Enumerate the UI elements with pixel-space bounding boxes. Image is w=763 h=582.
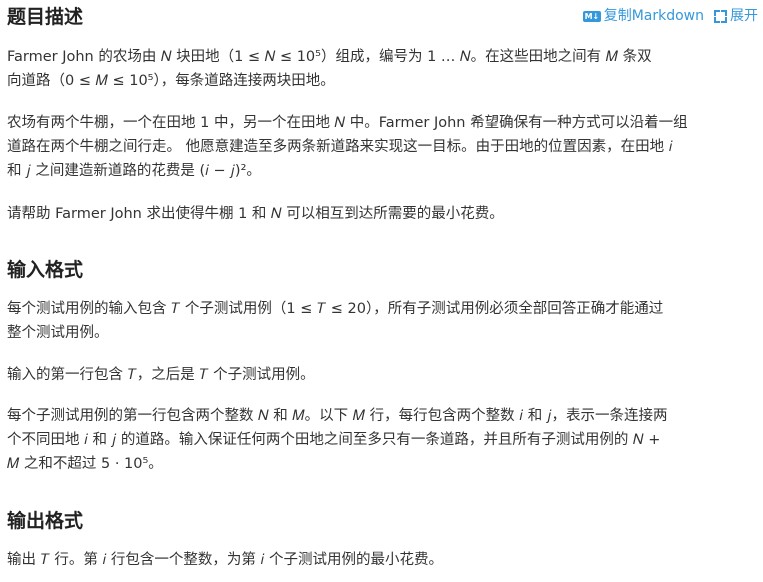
description-paragraph-1: Farmer John 的农场由 𝑁 块田地（1 ≤ 𝑁 ≤ 10⁵）组成，编号…	[7, 45, 755, 93]
expand-button[interactable]: 展开	[714, 6, 758, 26]
description-paragraph-3: 请帮助 Farmer John 求出使得牛棚 1 和 𝑁 可以相互到达所需要的最…	[7, 202, 755, 226]
problem-page: 题目描述 M↓ 复制Markdown 展开 Farmer John 的农场由 𝑁…	[0, 0, 763, 582]
text-line: 请帮助 Farmer John 求出使得牛棚 1 和 𝑁 可以相互到达所需要的最…	[7, 206, 504, 222]
output-format-title: 输出格式	[7, 510, 84, 532]
description-title: 题目描述	[7, 6, 84, 28]
description-paragraph-2: 农场有两个牛棚，一个在田地 1 中，另一个在田地 𝑁 中。Farmer John…	[7, 111, 755, 183]
input-paragraph-2: 输入的第一行包含 𝑇，之后是 𝑇 个子测试用例。	[7, 363, 755, 387]
text-line: 个不同田地 𝑖 和 𝑗 的道路。输入保证任何两个田地之间至多只有一条道路，并且所…	[7, 432, 661, 448]
header-actions: M↓ 复制Markdown 展开	[582, 6, 758, 26]
input-paragraph-3: 每个子测试用例的第一行包含两个整数 𝑁 和 𝑀。以下 𝑀 行，每行包含两个整数 …	[7, 404, 755, 476]
input-paragraph-1: 每个测试用例的输入包含 𝑇 个子测试用例（1 ≤ 𝑇 ≤ 20），所有子测试用例…	[7, 297, 755, 345]
text-line: 农场有两个牛棚，一个在田地 1 中，另一个在田地 𝑁 中。Farmer John…	[7, 115, 688, 131]
text-line: 每个子测试用例的第一行包含两个整数 𝑁 和 𝑀。以下 𝑀 行，每行包含两个整数 …	[7, 408, 668, 424]
expand-label: 展开	[730, 8, 758, 24]
text-line: 输出 𝑇 行。第 𝑖 行包含一个整数，为第 𝑖 个子测试用例的最小花费。	[7, 552, 443, 568]
text-line: Farmer John 的农场由 𝑁 块田地（1 ≤ 𝑁 ≤ 10⁵）组成，编号…	[7, 49, 652, 65]
expand-icon	[714, 9, 727, 23]
markdown-icon: M↓	[582, 10, 601, 22]
text-line: 整个测试用例。	[7, 325, 109, 341]
text-line: 每个测试用例的输入包含 𝑇 个子测试用例（1 ≤ 𝑇 ≤ 20），所有子测试用例…	[7, 301, 664, 317]
output-paragraph-1: 输出 𝑇 行。第 𝑖 行包含一个整数，为第 𝑖 个子测试用例的最小花费。	[7, 548, 755, 572]
input-format-title: 输入格式	[7, 259, 84, 281]
text-line: 和 𝑗 之间建造新道路的花费是 (𝑖 − 𝑗)²。	[7, 163, 261, 179]
text-line: 输入的第一行包含 𝑇，之后是 𝑇 个子测试用例。	[7, 367, 315, 383]
copy-markdown-label: 复制Markdown	[603, 8, 704, 24]
text-line: 向道路（0 ≤ 𝑀 ≤ 10⁵），每条道路连接两块田地。	[7, 73, 335, 89]
text-line: 𝑀 之和不超过 5 · 10⁵。	[7, 456, 163, 472]
text-line: 道路在两个牛棚之间行走。 他愿意建造至多两条新道路来实现这一目标。由于田地的位置…	[7, 139, 673, 155]
copy-markdown-button[interactable]: M↓ 复制Markdown	[582, 6, 704, 26]
